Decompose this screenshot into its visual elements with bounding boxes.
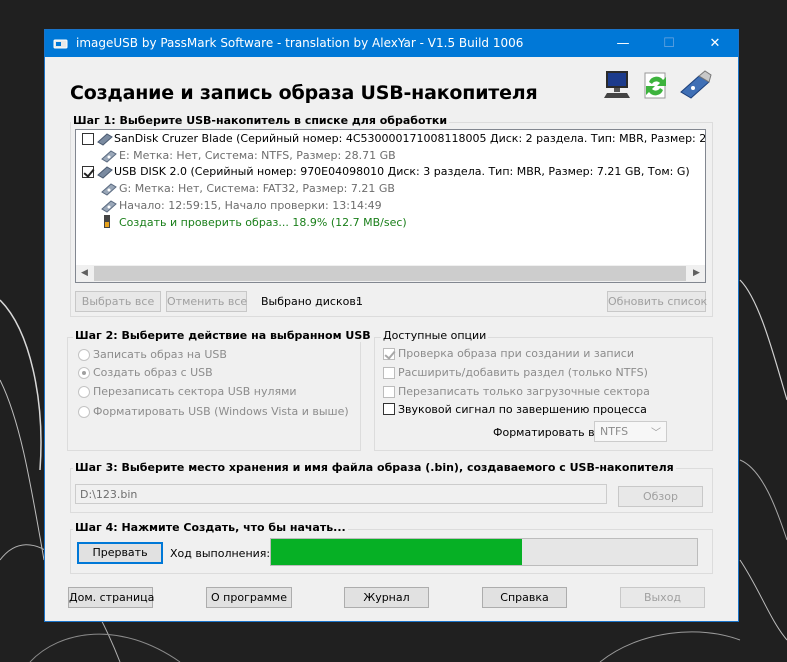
device-checkbox[interactable]: [82, 133, 94, 145]
step2-label: Шаг 2: Выберите действие на выбранном US…: [73, 329, 373, 342]
progress-label: Ход выполнения:: [170, 547, 271, 560]
usb-device-tree[interactable]: SanDisk Cruzer Blade (Серийный номер: 4C…: [75, 129, 706, 283]
action-format-radio[interactable]: [78, 406, 90, 418]
boot-sectors-checkbox[interactable]: [383, 386, 395, 398]
device-detail: G: Метка: Нет, Система: FAT32, Размер: 7…: [119, 182, 395, 195]
device-status: Создать и проверить образ... 18.9% (12.7…: [119, 216, 407, 229]
format-to-label: Форматировать в:: [493, 426, 599, 439]
selected-count-label: Выбрано дисков:: [261, 295, 360, 308]
device-detail: Начало: 12:59:15, Начало проверки: 13:14…: [119, 199, 382, 212]
refresh-list-button[interactable]: Обновить список: [607, 291, 707, 312]
device-row[interactable]: SanDisk Cruzer Blade (Серийный номер: 4C…: [114, 132, 705, 145]
verify-image-label[interactable]: Проверка образа при создании и записи: [398, 347, 634, 360]
scrollbar-thumb[interactable]: [94, 266, 686, 281]
action-create-label[interactable]: Создать образ с USB: [93, 366, 213, 379]
expand-partition-label[interactable]: Расширить/добавить раздел (только NTFS): [398, 366, 648, 379]
drive-volume-icon: [101, 183, 117, 196]
device-detail: E: Метка: Нет, Система: NTFS, Размер: 28…: [119, 149, 396, 162]
title-bar[interactable]: imageUSB by PassMark Software - translat…: [45, 30, 738, 57]
help-button[interactable]: Справка: [482, 587, 567, 608]
chevron-down-icon: ﹀: [651, 428, 661, 439]
device-checkbox[interactable]: [82, 166, 94, 178]
format-select[interactable]: NTFS ﹀: [594, 421, 667, 442]
log-button[interactable]: Журнал: [344, 587, 429, 608]
progress-battery-icon: [104, 215, 110, 228]
progress-bar-fill: [271, 539, 523, 565]
browse-button[interactable]: Обзор: [618, 486, 703, 507]
imageusb-window: imageUSB by PassMark Software - translat…: [44, 29, 739, 622]
close-button[interactable]: ✕: [692, 30, 738, 57]
usb-drive-icon: [97, 166, 113, 179]
about-button[interactable]: О программе: [206, 587, 292, 608]
action-write-radio[interactable]: [78, 349, 90, 361]
beep-checkbox[interactable]: [383, 403, 395, 415]
image-path-input[interactable]: D:\123.bin: [75, 484, 607, 504]
progress-bar: [270, 538, 698, 566]
action-zero-label[interactable]: Перезаписать сектора USB нулями: [93, 385, 297, 398]
beep-label[interactable]: Звуковой сигнал по завершению процесса: [398, 403, 647, 416]
action-zero-radio[interactable]: [78, 386, 90, 398]
drive-volume-icon: [101, 150, 117, 163]
step4-label: Шаг 4: Нажмите Создать, что бы начать...: [73, 521, 348, 534]
scroll-left-arrow-icon[interactable]: ◀: [76, 265, 93, 282]
action-format-label[interactable]: Форматировать USB (Windows Vista и выше): [93, 405, 349, 418]
action-write-label[interactable]: Записать образ на USB: [93, 348, 227, 361]
action-create-radio[interactable]: [78, 367, 90, 379]
page-title: Создание и запись образа USB-накопителя: [70, 82, 538, 104]
device-row[interactable]: USB DISK 2.0 (Серийный номер: 970E040980…: [114, 165, 690, 178]
usb-drive-icon: [680, 70, 712, 99]
window-title: imageUSB by PassMark Software - translat…: [76, 36, 524, 50]
abort-button[interactable]: Прервать: [77, 542, 163, 564]
minimize-button[interactable]: —: [600, 30, 646, 57]
boot-sectors-label[interactable]: Перезаписать только загрузочные сектора: [398, 385, 650, 398]
usb-drive-icon: [97, 133, 113, 146]
refresh-arrows-icon: [644, 72, 666, 99]
verify-image-checkbox[interactable]: [383, 348, 395, 360]
image-path-value: D:\123.bin: [80, 488, 138, 501]
format-select-value: NTFS: [600, 425, 629, 438]
step3-label: Шаг 3: Выберите место хранения и имя фай…: [73, 461, 676, 474]
exit-button[interactable]: Выход: [620, 587, 705, 608]
expand-partition-checkbox[interactable]: [383, 367, 395, 379]
horizontal-scrollbar[interactable]: ◀ ▶: [76, 265, 705, 282]
app-icon: [53, 39, 68, 49]
step1-label: Шаг 1: Выберите USB-накопитель в списке …: [71, 114, 450, 127]
home-page-button[interactable]: Дом. страница: [68, 587, 154, 608]
computer-icon: [604, 71, 630, 98]
scroll-right-arrow-icon[interactable]: ▶: [688, 265, 705, 282]
maximize-button[interactable]: ☐: [646, 30, 692, 57]
deselect-all-button[interactable]: Отменить все: [166, 291, 247, 312]
select-all-button[interactable]: Выбрать все: [75, 291, 161, 312]
options-label: Доступные опции: [381, 329, 489, 342]
drive-volume-icon: [101, 200, 117, 213]
selected-count-value: 1: [356, 295, 363, 308]
